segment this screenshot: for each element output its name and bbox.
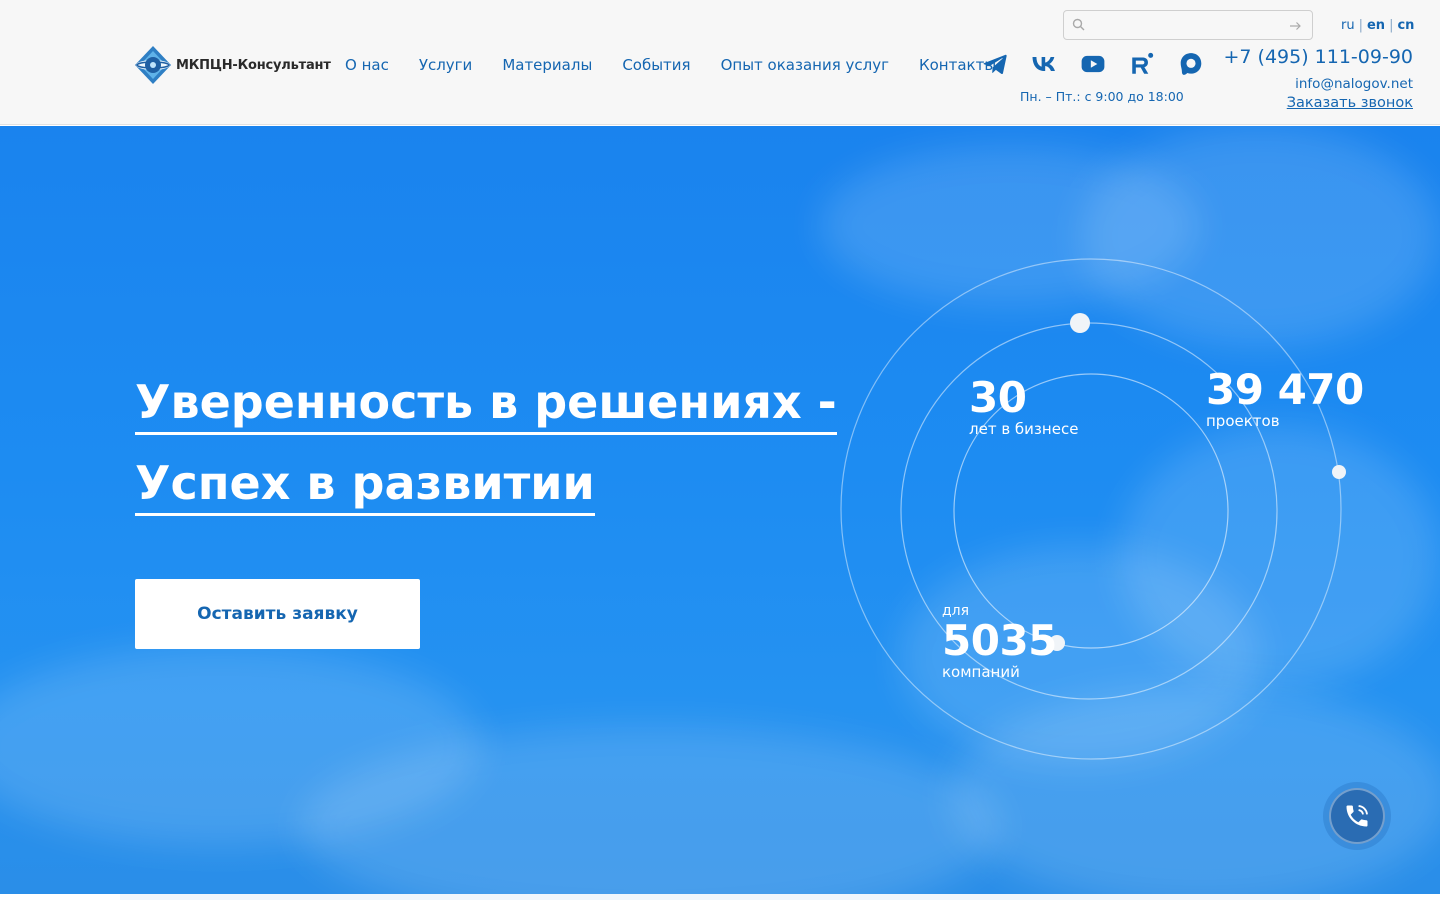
hero-headline: Уверенность в решениях - Успех в развити… xyxy=(135,366,837,528)
nav-item-services[interactable]: Услуги xyxy=(404,54,487,76)
search-box xyxy=(1063,10,1313,40)
youtube-link[interactable] xyxy=(1078,50,1108,78)
stat-companies-label: компаний xyxy=(942,663,1020,681)
lang-ru[interactable]: ru xyxy=(1341,18,1355,33)
lang-en[interactable]: en xyxy=(1367,18,1385,33)
lang-separator: | xyxy=(1389,18,1394,33)
nav-item-experience[interactable]: Опыт оказания услуг xyxy=(706,54,904,76)
stat-years-label: лет в бизнесе xyxy=(969,420,1079,438)
headline-line-2[interactable]: Успех в развитии xyxy=(135,453,595,516)
stat-years: 30 лет в бизнесе xyxy=(969,373,1079,439)
mkpcn-logo-icon xyxy=(135,46,171,84)
vk-icon xyxy=(1032,56,1055,72)
stat-years-value: 30 xyxy=(969,373,1027,422)
stat-companies-value: 5035 xyxy=(942,616,1057,665)
stat-projects-label: проектов xyxy=(1206,412,1280,430)
phone-link[interactable]: +7 (495) 111-09-90 xyxy=(1223,46,1413,68)
hero-section: Уверенность в решениях - Успех в развити… xyxy=(0,126,1440,894)
nav-item-about[interactable]: О нас xyxy=(330,54,404,76)
stat-companies: для 5035 компаний xyxy=(942,603,1057,681)
work-hours: Пн. – Пт.: с 9:00 до 18:00 xyxy=(1020,89,1184,104)
headline-rest-1: в решениях - xyxy=(473,375,837,429)
stat-projects-value: 39 470 xyxy=(1206,365,1364,414)
lang-cn[interactable]: cn xyxy=(1397,18,1414,33)
phone-icon xyxy=(1346,805,1368,827)
call-widget-button[interactable] xyxy=(1329,788,1385,844)
arrow-right-icon[interactable] xyxy=(1288,19,1302,33)
lang-separator: | xyxy=(1358,18,1363,33)
max-messenger-icon xyxy=(1180,53,1202,75)
headline-bold-1: Уверенность xyxy=(135,375,474,429)
search-input[interactable] xyxy=(1090,15,1280,35)
section-divider xyxy=(120,894,1320,900)
logo-link[interactable]: МКПЦН-Консультант xyxy=(134,45,331,85)
email-link[interactable]: info@nalogov.net xyxy=(1295,76,1413,92)
brand-name: МКПЦН-Консультант xyxy=(176,57,331,73)
nav-item-events[interactable]: События xyxy=(607,54,705,76)
nav-item-materials[interactable]: Материалы xyxy=(487,54,607,76)
submit-request-button[interactable]: Оставить заявку xyxy=(135,579,420,649)
telegram-icon xyxy=(983,54,1007,75)
youtube-icon xyxy=(1081,55,1105,73)
language-switcher: ru | en | cn xyxy=(1341,18,1414,33)
request-call-link[interactable]: Заказать звонок xyxy=(1287,95,1413,111)
headline-rest-2: в развитии xyxy=(290,456,595,510)
rutube-icon xyxy=(1132,52,1154,74)
rutube-link[interactable] xyxy=(1127,50,1157,78)
site-header: МКПЦН-Консультант О нас Услуги Материалы… xyxy=(0,0,1440,125)
main-nav: О нас Услуги Материалы События Опыт оказ… xyxy=(330,54,1011,76)
telegram-link[interactable] xyxy=(980,50,1010,78)
max-messenger-link[interactable] xyxy=(1176,50,1206,78)
social-links xyxy=(980,50,1225,78)
headline-bold-2: Успех xyxy=(135,456,291,510)
headline-line-1[interactable]: Уверенность в решениях - xyxy=(135,372,837,435)
vk-link[interactable] xyxy=(1029,50,1059,78)
stat-projects: 39 470 проектов xyxy=(1206,365,1364,431)
search-icon xyxy=(1072,18,1085,31)
